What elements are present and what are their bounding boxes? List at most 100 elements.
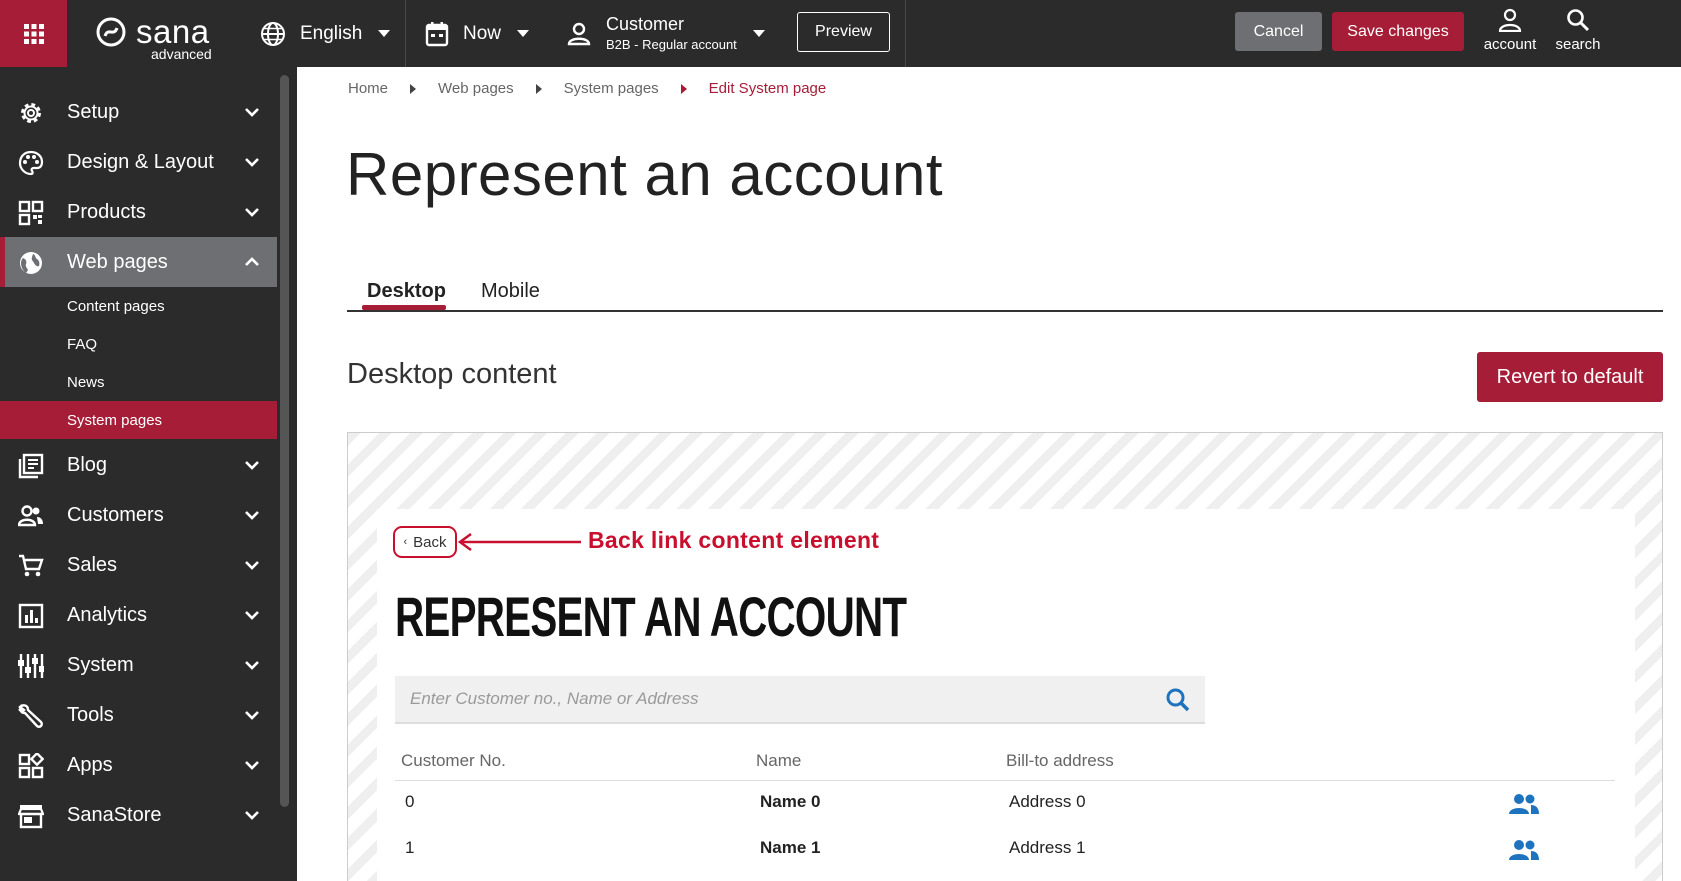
- breadcrumb-separator-icon: [680, 83, 687, 94]
- tab-desktop[interactable]: Desktop: [367, 280, 446, 303]
- account-label: account: [1483, 36, 1537, 53]
- language-selector[interactable]: English: [260, 0, 391, 67]
- revert-to-default-button[interactable]: Revert to default: [1477, 352, 1663, 402]
- search-icon[interactable]: [1165, 687, 1191, 713]
- grid-icon: [23, 23, 44, 44]
- chevron-down-icon: [245, 511, 259, 520]
- sidebar-scrollbar[interactable]: [280, 75, 289, 807]
- sidebar-item-system[interactable]: System: [0, 640, 277, 690]
- sidebar-item-label: Setup: [67, 100, 120, 123]
- sidebar-subitem-content-pages[interactable]: Content pages: [0, 287, 277, 325]
- tab-mobile[interactable]: Mobile: [481, 280, 540, 303]
- annotation-label: Back link content element: [588, 527, 880, 553]
- table-row: 1 Name 1 Address 1: [395, 827, 1615, 873]
- customer-no-cell: 1: [405, 838, 415, 857]
- palette-icon: [18, 150, 44, 176]
- represent-customer-icon[interactable]: [1509, 839, 1539, 861]
- logo-subtitle: advanced: [151, 46, 212, 62]
- qr-grid-icon: [18, 200, 44, 226]
- sidebar-item-sales[interactable]: Sales: [0, 540, 277, 590]
- page-preview: ‹ Back Back link content element REPRESE…: [377, 509, 1635, 881]
- app-grid-button[interactable]: [0, 0, 67, 67]
- account-icon: [1498, 8, 1522, 32]
- sidebar-item-products[interactable]: Products: [0, 187, 277, 237]
- customer-name-cell: Name 0: [760, 792, 821, 811]
- annotation-arrow-icon: [457, 533, 581, 551]
- calendar-icon: [425, 21, 449, 46]
- preview-button[interactable]: Preview: [797, 12, 890, 52]
- time-label: Now: [463, 22, 502, 44]
- represent-customer-icon[interactable]: [1509, 793, 1539, 815]
- sliders-icon: [18, 654, 44, 678]
- divider: [405, 0, 406, 67]
- tab-bar: Desktop Mobile: [347, 268, 1663, 312]
- sidebar-subitem-system-pages[interactable]: System pages: [0, 401, 277, 439]
- customer-subtitle: B2B - Regular account: [606, 36, 737, 52]
- language-label: English: [300, 22, 363, 44]
- content-preview-area: ‹ Back Back link content element REPRESE…: [347, 432, 1663, 881]
- apps-icon: [18, 753, 44, 779]
- store-icon: [18, 805, 44, 829]
- breadcrumb-home[interactable]: Home: [348, 80, 388, 97]
- chevron-down-icon: [378, 30, 391, 37]
- column-header-customer-no: Customer No.: [401, 751, 506, 770]
- sidebar-item-customers[interactable]: Customers: [0, 490, 277, 540]
- section-title: Desktop content: [347, 358, 557, 390]
- chevron-down-icon: [245, 611, 259, 620]
- search-button[interactable]: search: [1553, 8, 1603, 58]
- chevron-down-icon: [245, 108, 259, 117]
- customer-address-cell: Address 0: [1009, 792, 1086, 811]
- time-selector[interactable]: Now: [425, 0, 530, 67]
- column-header-name: Name: [756, 751, 802, 770]
- sidebar-subitem-faq[interactable]: FAQ: [0, 325, 277, 363]
- logo-wordmark: sana: [136, 13, 210, 50]
- sidebar-item-label: Tools: [67, 703, 114, 726]
- page-title: Represent an account: [346, 141, 944, 208]
- sidebar-item-analytics[interactable]: Analytics: [0, 590, 277, 640]
- breadcrumb: Home Web pages System pages Edit System …: [348, 80, 826, 97]
- sidebar-item-web-pages[interactable]: Web pages: [0, 237, 277, 287]
- sidebar-subitem-news[interactable]: News: [0, 363, 277, 401]
- account-button[interactable]: account: [1480, 8, 1540, 58]
- sidebar-item-label: Apps: [67, 753, 113, 776]
- column-header-bill-to-address: Bill-to address: [1006, 751, 1114, 770]
- customer-name-cell: Name 1: [760, 838, 821, 857]
- back-link[interactable]: ‹ Back: [393, 526, 457, 558]
- divider: [905, 0, 906, 67]
- sidebar-item-setup[interactable]: Setup: [0, 87, 277, 137]
- customer-title: Customer: [606, 13, 685, 34]
- breadcrumb-system-pages[interactable]: System pages: [564, 80, 659, 97]
- chevron-down-icon: [245, 461, 259, 470]
- chevron-down-icon: [245, 661, 259, 670]
- sidebar-item-blog[interactable]: Blog: [0, 440, 277, 490]
- save-changes-button[interactable]: Save changes: [1332, 12, 1464, 51]
- sana-logo-mark-icon: [96, 17, 126, 47]
- sidebar-item-sanastore[interactable]: SanaStore: [0, 790, 277, 840]
- back-link-label: Back: [413, 533, 447, 551]
- analytics-icon: [18, 603, 44, 629]
- sidebar-item-label: Design & Layout: [67, 150, 214, 173]
- top-bar: sana advanced English Now Customer B2B -…: [0, 0, 1681, 67]
- customer-search-box: [395, 676, 1205, 724]
- sidebar-item-design-layout[interactable]: Design & Layout: [0, 137, 277, 187]
- customer-search-input[interactable]: [395, 676, 1155, 722]
- cancel-button[interactable]: Cancel: [1235, 12, 1322, 51]
- customer-address-cell: Address 1: [1009, 838, 1086, 857]
- sidebar-item-tools[interactable]: Tools: [0, 690, 277, 740]
- globe-icon: [261, 21, 285, 46]
- people-icon: [18, 505, 43, 527]
- customer-selector[interactable]: Customer B2B - Regular account: [566, 0, 765, 67]
- sidebar-item-label: SanaStore: [67, 803, 162, 826]
- customer-no-cell: 0: [405, 792, 415, 811]
- active-tab-indicator: [362, 305, 446, 310]
- sana-logo[interactable]: sana advanced: [96, 13, 214, 62]
- chevron-down-icon: [245, 208, 259, 217]
- sidebar-item-apps[interactable]: Apps: [0, 740, 277, 790]
- breadcrumb-web-pages[interactable]: Web pages: [438, 80, 514, 97]
- sidebar-item-label: Products: [67, 200, 146, 223]
- gear-icon: [21, 103, 41, 123]
- chevron-down-icon: [752, 30, 765, 37]
- sidebar-item-label: Analytics: [67, 603, 148, 626]
- sidebar: Setup Design & Layout Products Web pages…: [0, 67, 297, 881]
- chevron-up-icon: [245, 257, 259, 266]
